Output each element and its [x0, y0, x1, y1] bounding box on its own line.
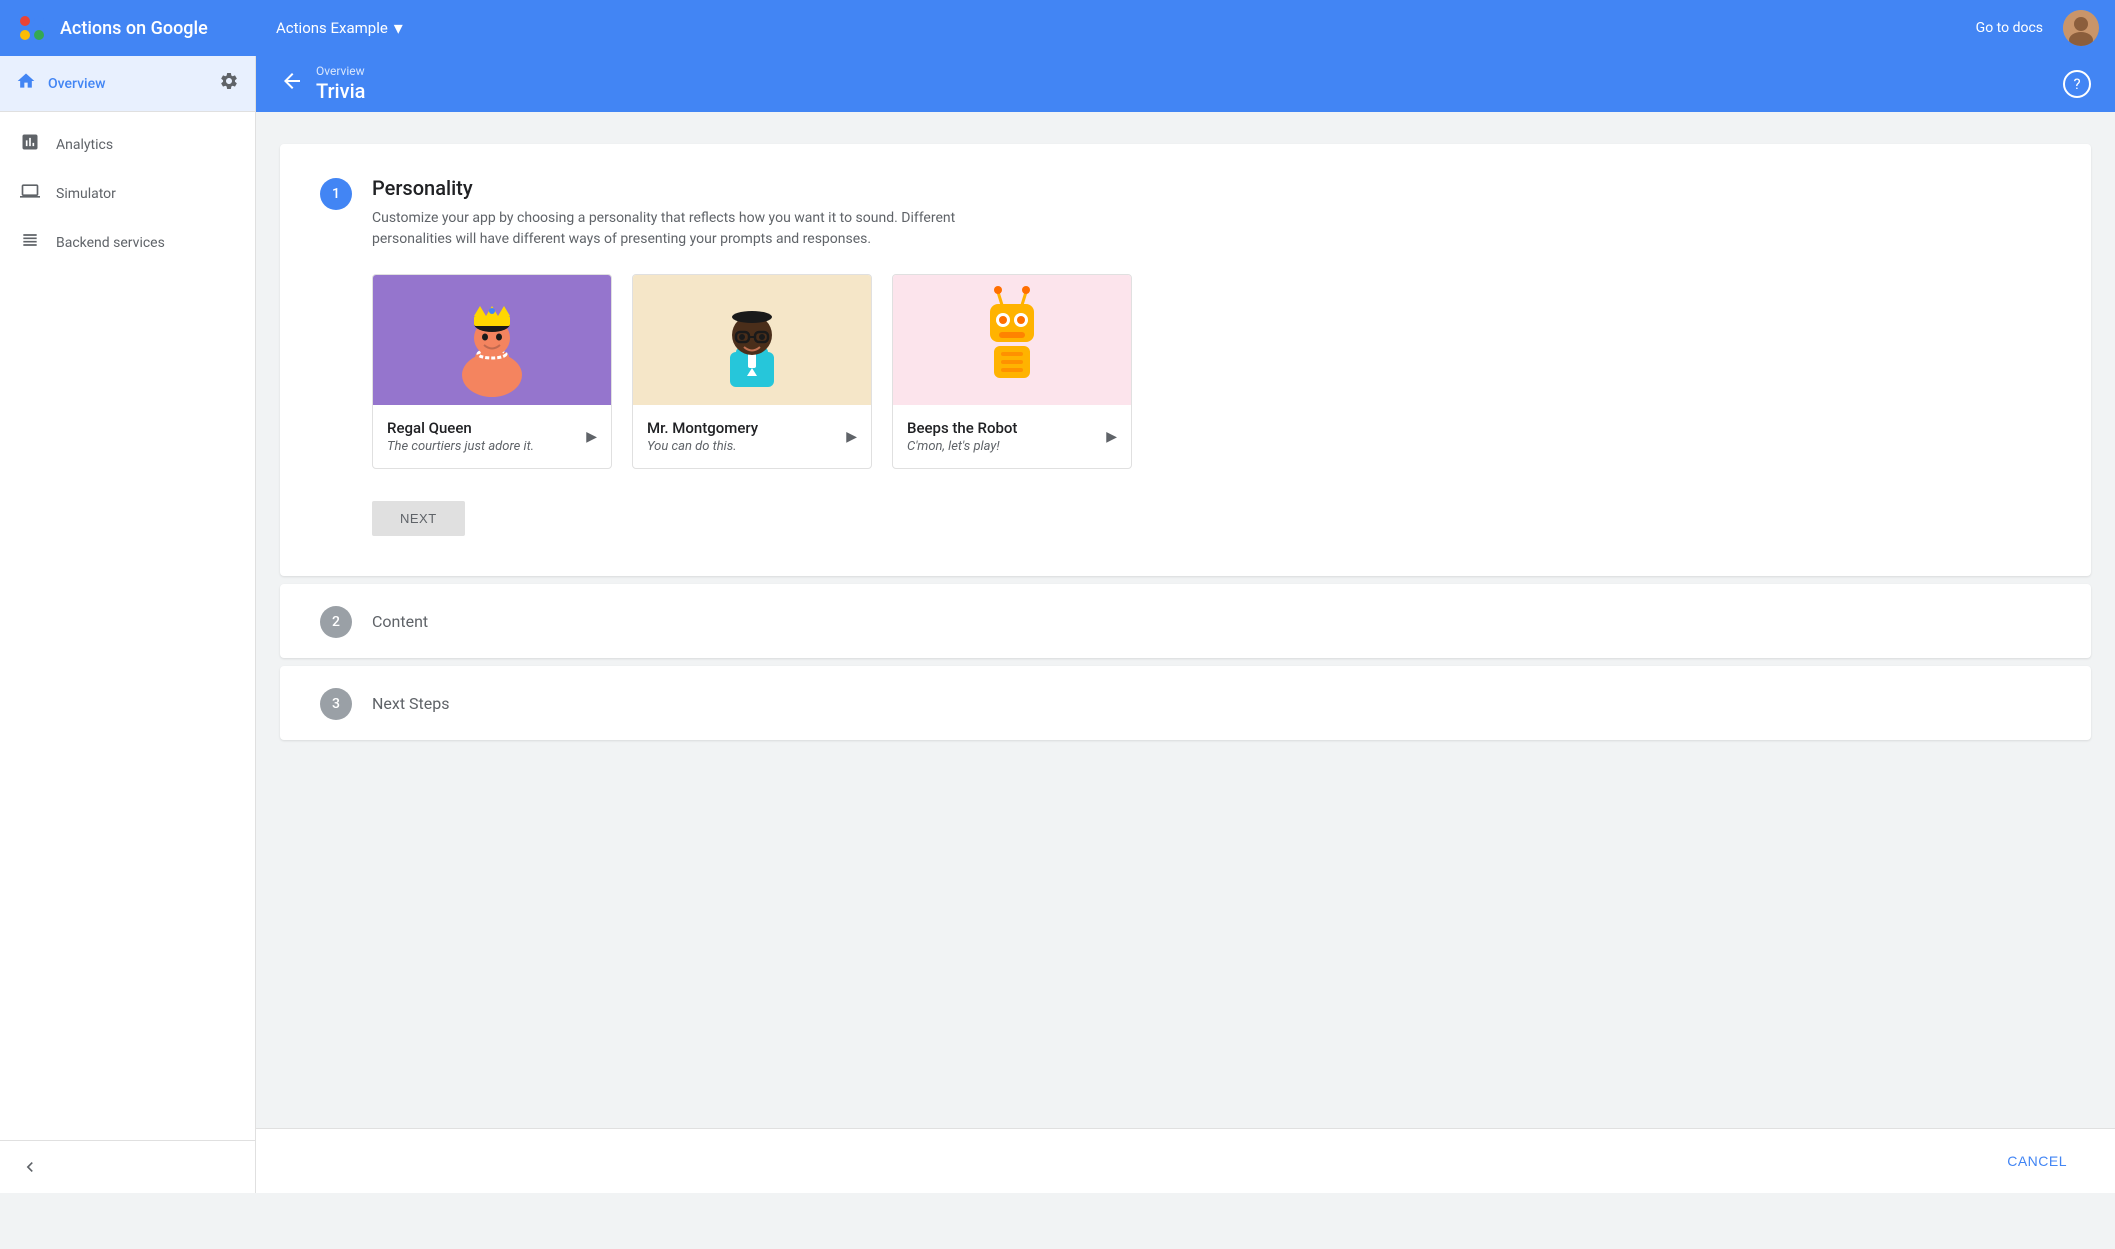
back-arrow-icon[interactable] — [280, 69, 304, 99]
regal-queen-body: Regal Queen The courtiers just adore it.… — [373, 405, 611, 468]
content-step[interactable]: 2 Content — [280, 584, 2091, 658]
next-button[interactable]: NEXT — [372, 501, 465, 536]
analytics-icon — [20, 132, 40, 157]
backend-icon — [20, 230, 40, 255]
sidebar-item-simulator[interactable]: Simulator — [0, 169, 255, 218]
regal-queen-play-icon[interactable]: ▶ — [586, 429, 597, 445]
montgomery-tagline: You can do this. — [647, 439, 758, 454]
montgomery-text: Mr. Montgomery You can do this. — [647, 419, 758, 454]
google-dots-icon — [16, 12, 48, 44]
montgomery-illustration — [692, 280, 812, 400]
project-selector[interactable]: Actions Example ▾ — [266, 12, 413, 45]
personality-cards-list: Regal Queen The courtiers just adore it.… — [372, 274, 2051, 469]
sidebar: Overview Analytics Simulator — [0, 56, 256, 1193]
cancel-button[interactable]: CANCEL — [1991, 1145, 2083, 1177]
personality-card-regal-queen[interactable]: Regal Queen The courtiers just adore it.… — [372, 274, 612, 469]
personality-card-montgomery[interactable]: Mr. Montgomery You can do this. ▶ — [632, 274, 872, 469]
beeps-body: Beeps the Robot C'mon, let's play! ▶ — [893, 405, 1131, 468]
queen-illustration — [432, 280, 552, 400]
backend-services-label: Backend services — [56, 235, 165, 251]
sub-header: Overview Trivia ? — [256, 56, 2115, 112]
beeps-tagline: C'mon, let's play! — [907, 439, 1017, 454]
sidebar-collapse-button[interactable] — [0, 1140, 255, 1193]
content-area: 1 Personality Customize your app by choo… — [256, 112, 2115, 1128]
robot-illustration — [952, 280, 1072, 400]
beeps-name: Beeps the Robot — [907, 419, 1017, 437]
personality-title: Personality — [372, 176, 972, 200]
breadcrumb: Overview Trivia — [316, 65, 365, 103]
project-name: Actions Example — [276, 19, 388, 37]
montgomery-body: Mr. Montgomery You can do this. ▶ — [633, 405, 871, 468]
breadcrumb-overview: Overview — [316, 65, 365, 77]
go-to-docs-link[interactable]: Go to docs — [1976, 20, 2043, 36]
next-steps-step[interactable]: 3 Next Steps — [280, 666, 2091, 740]
app-logo: Actions on Google — [16, 12, 266, 44]
personality-description: Customize your app by choosing a persona… — [372, 208, 972, 250]
sidebar-nav: Analytics Simulator Backend services — [0, 112, 255, 275]
home-icon — [16, 71, 36, 96]
top-bar: Actions on Google Actions Example ▾ Go t… — [0, 0, 2115, 56]
montgomery-play-icon[interactable]: ▶ — [846, 429, 857, 445]
main-content: Overview Trivia ? 1 Personality Customiz… — [256, 56, 2115, 1193]
montgomery-image — [633, 275, 871, 405]
regal-queen-tagline: The courtiers just adore it. — [387, 439, 534, 454]
sidebar-overview-left: Overview — [16, 71, 105, 96]
montgomery-name: Mr. Montgomery — [647, 419, 758, 437]
next-steps-label: Next Steps — [372, 694, 450, 713]
sidebar-item-backend-services[interactable]: Backend services — [0, 218, 255, 267]
sidebar-overview-label: Overview — [48, 76, 105, 92]
content-step-label: Content — [372, 612, 428, 631]
sidebar-overview-item[interactable]: Overview — [0, 56, 255, 112]
step-1-header: 1 Personality Customize your app by choo… — [320, 176, 2051, 250]
user-avatar[interactable] — [2063, 10, 2099, 46]
step-1-content: Personality Customize your app by choosi… — [372, 176, 972, 250]
beeps-text: Beeps the Robot C'mon, let's play! — [907, 419, 1017, 454]
regal-queen-name: Regal Queen — [387, 419, 534, 437]
footer: CANCEL — [256, 1128, 2115, 1193]
sub-header-left: Overview Trivia — [280, 65, 365, 103]
help-icon[interactable]: ? — [2063, 70, 2091, 98]
avatar-image — [2063, 10, 2099, 46]
beeps-image — [893, 275, 1131, 405]
sidebar-item-analytics[interactable]: Analytics — [0, 120, 255, 169]
analytics-label: Analytics — [56, 137, 113, 153]
regal-queen-text: Regal Queen The courtiers just adore it. — [387, 419, 534, 454]
app-name: Actions on Google — [60, 18, 208, 39]
step-3-number: 3 — [320, 688, 352, 720]
regal-queen-image — [373, 275, 611, 405]
personality-card-beeps-robot[interactable]: Beeps the Robot C'mon, let's play! ▶ — [892, 274, 1132, 469]
dropdown-arrow-icon: ▾ — [394, 18, 403, 39]
simulator-icon — [20, 181, 40, 206]
page-title: Trivia — [316, 79, 365, 103]
personality-card-section: 1 Personality Customize your app by choo… — [280, 144, 2091, 576]
step-1-number: 1 — [320, 178, 352, 210]
beeps-play-icon[interactable]: ▶ — [1106, 429, 1117, 445]
settings-icon[interactable] — [219, 71, 239, 96]
step-2-number: 2 — [320, 606, 352, 638]
top-bar-right: Go to docs — [1976, 10, 2099, 46]
simulator-label: Simulator — [56, 186, 116, 202]
